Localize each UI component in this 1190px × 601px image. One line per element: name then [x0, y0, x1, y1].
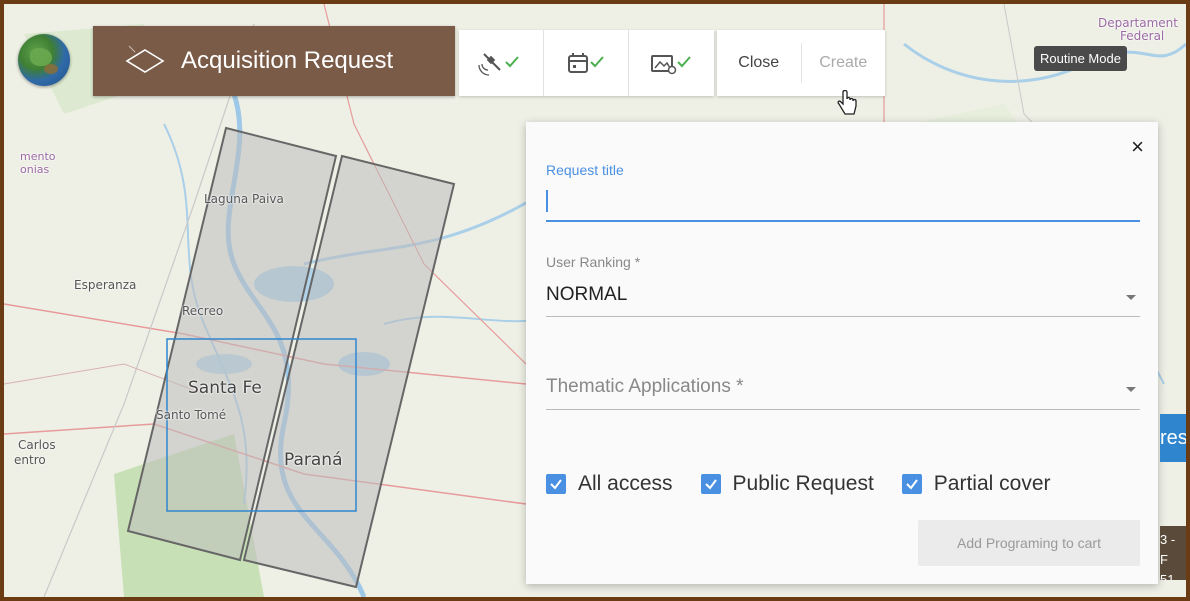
page-title: Acquisition Request — [181, 47, 394, 74]
routine-mode-badge[interactable]: Routine Mode — [1034, 46, 1127, 71]
partial-cover-checkbox[interactable]: Partial cover — [901, 472, 1051, 496]
checkbox-checked-icon — [700, 474, 721, 494]
checkbox-checked-icon — [901, 474, 922, 494]
request-title-input[interactable] — [546, 220, 1140, 222]
partial-info-line-1: 3 - F — [1160, 532, 1176, 567]
image-settings-check-icon — [651, 55, 691, 75]
area-polygon-icon — [123, 44, 167, 78]
partial-cover-label: Partial cover — [933, 472, 1051, 495]
thematic-applications-select[interactable]: Thematic Applications * — [546, 376, 744, 398]
create-button[interactable]: Create — [802, 54, 886, 72]
all-access-checkbox[interactable]: All access — [546, 472, 673, 496]
hand-cursor-icon — [837, 90, 857, 115]
satellite-check-icon — [478, 53, 519, 76]
all-access-label: All access — [578, 472, 673, 495]
partial-info-box: 3 - F 51 U — [1160, 526, 1186, 580]
partial-blue-button[interactable]: res — [1160, 414, 1186, 462]
map-label-laguna-paiva: Laguna Paiva — [204, 192, 284, 206]
close-icon[interactable]: × — [1131, 134, 1144, 160]
public-request-checkbox[interactable]: Public Request — [700, 472, 874, 496]
step-image-settings[interactable] — [629, 30, 713, 96]
map-label-parana: Paraná — [284, 450, 343, 470]
user-ranking-value[interactable]: NORMAL — [546, 284, 627, 306]
map-label-onias: onias — [20, 163, 50, 176]
user-ranking-select-line — [546, 316, 1140, 317]
map-label-santa-fe: Santa Fe — [188, 378, 262, 398]
user-ranking-chevron-down-icon[interactable] — [1126, 295, 1136, 300]
map-label-recreo: Recreo — [182, 304, 224, 318]
acquisition-request-form: × Request title User Ranking * NORMAL Th… — [526, 122, 1158, 584]
partial-blue-button-label: res — [1160, 426, 1186, 449]
thematic-chevron-down-icon[interactable] — [1126, 387, 1136, 392]
step-satellite[interactable] — [459, 30, 544, 96]
wizard-steps — [459, 30, 714, 96]
map-label-esperanza: Esperanza — [74, 278, 137, 292]
thematic-select-line — [546, 409, 1140, 410]
map-label-departament: Departament — [1098, 16, 1178, 30]
user-ranking-label: User Ranking * — [546, 254, 641, 270]
checkbox-checked-icon — [546, 474, 566, 494]
globe-logo-icon[interactable] — [18, 34, 70, 86]
map-label-mento: mento — [20, 150, 56, 163]
public-request-label: Public Request — [732, 472, 874, 495]
map-label-centro: entro — [14, 453, 46, 467]
close-button[interactable]: Close — [717, 43, 802, 83]
text-caret — [546, 190, 548, 212]
partial-info-line-2: 51 U — [1160, 572, 1175, 580]
map-label-carlos: Carlos — [18, 438, 56, 452]
step-calendar[interactable] — [544, 30, 629, 96]
request-title-bar: Acquisition Request — [93, 26, 455, 96]
app-frame: Laguna Paiva Esperanza Recreo Santa Fe S… — [0, 0, 1190, 601]
map-label-federal: Federal — [1120, 29, 1165, 43]
add-programming-to-cart-button[interactable]: Add Programing to cart — [918, 520, 1140, 566]
calendar-check-icon — [568, 53, 604, 73]
map-label-santo-tome: Santo Tomé — [156, 408, 227, 422]
request-title-label: Request title — [546, 162, 624, 178]
option-checkboxes: All access Public Request Partial cover — [546, 472, 1079, 496]
request-actions: Close Create — [717, 30, 885, 96]
